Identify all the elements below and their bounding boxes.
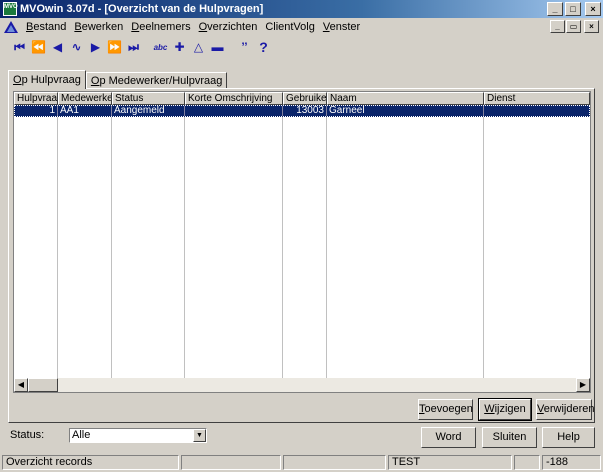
status-panel-3 (283, 455, 386, 470)
status-bar: Overzicht records TEST -188 (0, 454, 603, 472)
status-panel-2 (181, 455, 281, 470)
next-page-icon[interactable]: ⏩ (105, 38, 124, 56)
column-header-medewerker[interactable]: Medewerker (58, 92, 112, 105)
previous-record-icon[interactable]: ◀ (48, 38, 67, 56)
chevron-down-icon[interactable]: ▼ (193, 429, 206, 442)
cell-medewerker: AA1 (58, 106, 112, 116)
sluiten-button[interactable]: Sluiten (482, 427, 537, 448)
status-filter-select[interactable]: Alle ▼ (69, 428, 207, 443)
grid-body: 1 AA1 Aangemeld 13003 Garneel (14, 105, 590, 379)
help-button[interactable]: Help (542, 427, 595, 448)
scroll-right-button[interactable]: ▶ (576, 378, 590, 392)
toolbar: ⏮ ⏪ ◀ ∿ ▶ ⏩ ⏭ abc ✚ △ ▬ ’’ ? (0, 37, 603, 57)
column-header-gebruiker[interactable]: Gebruiker (283, 92, 327, 105)
cell-dienst (484, 106, 589, 116)
column-header-korte-omschrijving[interactable]: Korte Omschrijving (185, 92, 283, 105)
tab-strip: Op Hulpvraag Op Medewerker/Hulpvraag (8, 70, 228, 89)
title-bar: MVO MVOwin 3.07d - [Overzicht van de Hul… (0, 0, 603, 18)
menu-clientvolg[interactable]: ClientVolg (261, 21, 319, 33)
last-record-icon[interactable]: ⏭ (124, 38, 143, 56)
child-close-button[interactable]: × (584, 20, 599, 33)
menu-bestand[interactable]: Bestand (22, 21, 70, 33)
tab-op-hulpvraag[interactable]: Op Hulpvraag (8, 70, 86, 89)
menu-bar: Bestand Bewerken Deelnemers Overzichten … (0, 18, 603, 36)
app-icon[interactable]: MVO (3, 2, 18, 16)
spell-check-icon[interactable]: abc (151, 38, 170, 56)
toevoegen-button[interactable]: Toevoegen (418, 399, 473, 420)
cell-status: Aangemeld (112, 106, 185, 116)
menu-overzichten[interactable]: Overzichten (195, 21, 262, 33)
cell-gebruiker: 13003 (283, 106, 327, 116)
tab-op-medewerker-hulpvraag[interactable]: Op Medewerker/Hulpvraag (85, 72, 228, 89)
delete-icon[interactable]: ▬ (208, 38, 227, 56)
scroll-track[interactable] (58, 378, 576, 392)
close-button[interactable]: × (585, 2, 601, 16)
wijzigen-button[interactable]: Wijzigen (478, 398, 532, 421)
grid-header: Hulpvraag Medewerker Status Korte Omschr… (14, 92, 590, 105)
word-button[interactable]: Word (421, 427, 476, 448)
cell-naam: Garneel (327, 106, 484, 116)
minimize-button[interactable]: _ (547, 2, 563, 16)
previous-page-icon[interactable]: ⏪ (29, 38, 48, 56)
column-header-status[interactable]: Status (112, 92, 185, 105)
child-restore-button[interactable]: ▭ (566, 20, 581, 33)
status-environment: TEST (388, 455, 512, 470)
tab-panel: Hulpvraag Medewerker Status Korte Omschr… (8, 88, 595, 423)
refresh-icon[interactable]: ∿ (67, 38, 86, 56)
horizontal-scrollbar[interactable]: ◀ ▶ (14, 378, 590, 392)
status-filter-value: Alle (72, 429, 91, 441)
child-minimize-button[interactable]: _ (550, 20, 565, 33)
status-message: Overzicht records (2, 455, 179, 470)
menu-deelnemers[interactable]: Deelnemers (127, 21, 194, 33)
edit-triangle-icon[interactable]: △ (189, 38, 208, 56)
add-icon[interactable]: ✚ (170, 38, 189, 56)
status-panel-5 (514, 455, 540, 470)
mvo-logo-icon (4, 21, 18, 33)
column-header-hulpvraag[interactable]: Hulpvraag (14, 92, 58, 105)
cell-korte-omschrijving (185, 106, 283, 116)
window-title: MVOwin 3.07d - [Overzicht van de Hulpvra… (20, 3, 264, 15)
menu-venster[interactable]: Venster (319, 21, 364, 33)
help-icon[interactable]: ? (254, 38, 273, 56)
table-row[interactable]: 1 AA1 Aangemeld 13003 Garneel (14, 105, 590, 117)
column-header-naam[interactable]: Naam (327, 92, 484, 105)
hulpvragen-grid[interactable]: Hulpvraag Medewerker Status Korte Omschr… (13, 91, 591, 393)
first-record-icon[interactable]: ⏮ (10, 38, 29, 56)
verwijderen-button[interactable]: Verwijderen (536, 399, 594, 420)
scroll-thumb[interactable] (28, 378, 58, 392)
scroll-left-button[interactable]: ◀ (14, 378, 28, 392)
column-header-dienst[interactable]: Dienst (484, 92, 590, 105)
next-record-icon[interactable]: ▶ (86, 38, 105, 56)
status-filter-label: Status: (10, 429, 45, 441)
menu-bewerken[interactable]: Bewerken (70, 21, 127, 33)
status-code: -188 (542, 455, 601, 470)
maximize-button[interactable]: □ (565, 2, 581, 16)
quote-icon[interactable]: ’’ (235, 38, 254, 56)
cell-hulpvraag: 1 (15, 106, 58, 116)
